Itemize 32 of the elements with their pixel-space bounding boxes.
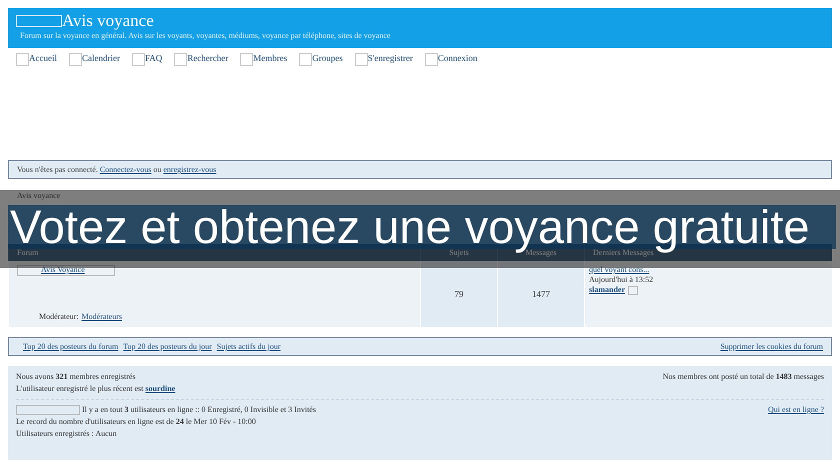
online-record-text: Le record du nombre d'utilisateurs en ligne est de 24 le Mer 10 Fév - 10:00 <box>16 416 257 428</box>
topics-count: 79 <box>420 261 497 327</box>
notice-text: Vous n'êtes pas connecté. Connectez-vous ou enregistrez-vous <box>17 165 218 174</box>
register-link[interactable]: enregistrez-vous <box>163 165 216 174</box>
footer-link[interactable]: Top 20 des posteurs du jour <box>123 342 212 351</box>
online-summary-text: Il y a en tout 3 utilisateurs en ligne :: 0 Enregistré, 0 Invisible et 3 Invités <box>82 404 316 416</box>
nav-link[interactable]: S'enregistrer <box>354 53 413 66</box>
newest-member-text: L'utilisateur enregistré le plus récent est <box>16 384 144 393</box>
site-title: Avis voyance <box>62 12 154 30</box>
newest-member-link[interactable]: sourdine <box>145 384 176 393</box>
footer-link[interactable]: Top 20 des posteurs du forum <box>23 342 118 351</box>
registered-users-text: Utilisateurs enregistrés : Aucun <box>16 428 118 440</box>
cookies-link[interactable]: Supprimer les cookies du forum <box>720 342 823 351</box>
breadcrumb-link[interactable]: Avis voyance <box>17 191 832 200</box>
author-link[interactable]: slamander <box>589 285 625 295</box>
nav-link[interactable]: Rechercher <box>174 53 228 66</box>
nav-link[interactable]: Connexion <box>424 53 478 66</box>
posts-count: 1477 <box>497 261 584 327</box>
nav-link[interactable]: Groupes <box>299 53 343 66</box>
members-count-text: Nous avons 321 membres enregistrés <box>16 371 137 383</box>
nav-link[interactable]: Calendrier <box>68 53 120 66</box>
moderator-label: Modérateur: <box>39 312 79 321</box>
last-post-time: Aujourd'hui à 13:52 <box>589 275 654 285</box>
moderator-link[interactable]: Modérateurs <box>82 312 122 321</box>
login-link[interactable]: Connectez-vous <box>100 165 152 174</box>
footer-link[interactable]: Sujets actifs du jour <box>216 342 281 351</box>
nav-link[interactable]: Membres <box>240 53 288 66</box>
total-posts-text: Nos membres ont posté un total de 1483 messages <box>662 371 824 383</box>
site-subtitle: Forum sur la voyance en général. Avis sur les voyants, voyantes, médiums, voyance par téléphone, sites de voyance <box>19 31 392 40</box>
nav-link[interactable]: FAQ <box>132 53 162 66</box>
who-online-link[interactable]: Qui est en ligne ? <box>768 404 824 416</box>
nav-link[interactable]: Accueil <box>16 53 57 66</box>
